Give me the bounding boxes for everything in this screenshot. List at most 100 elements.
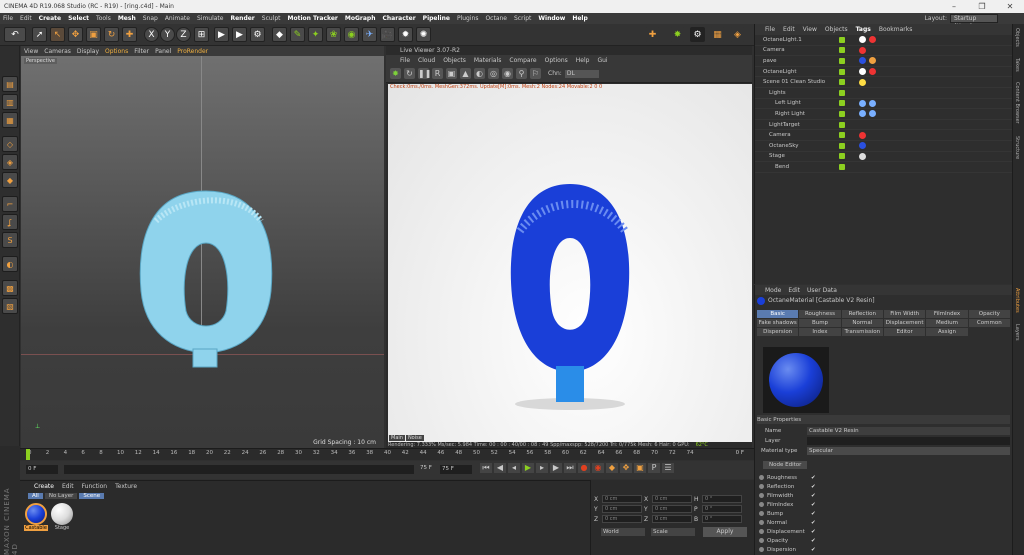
autokey-icon[interactable]: ◉: [592, 463, 604, 473]
range-slider[interactable]: [64, 465, 414, 474]
object-row[interactable]: OctaneLight: [755, 67, 1013, 78]
channel-dropdown[interactable]: DL: [564, 69, 599, 78]
lv-menu-cloud[interactable]: Cloud: [418, 57, 435, 64]
strip-takes[interactable]: Takes: [1014, 58, 1020, 72]
keyframe-icon[interactable]: ◆: [606, 463, 618, 473]
channel-radio-icon[interactable]: [759, 475, 764, 480]
object-row[interactable]: Scene 01 Clean Studio: [755, 77, 1013, 88]
coord-field[interactable]: 0 cm: [652, 515, 692, 523]
material-preview[interactable]: [763, 347, 829, 413]
object-row[interactable]: Camera: [755, 46, 1013, 57]
viewport-menu-panel[interactable]: Panel: [155, 48, 171, 55]
axis-mode-icon[interactable]: ⌐: [2, 196, 18, 212]
menu-animate[interactable]: Animate: [165, 15, 190, 22]
lv-menu-compare[interactable]: Compare: [509, 57, 536, 64]
viewport-menu-prorender[interactable]: ProRender: [177, 48, 208, 55]
name-field[interactable]: Castable V2 Resin: [807, 426, 1010, 435]
mm-menu-function[interactable]: Function: [82, 483, 108, 490]
object-tag-icon[interactable]: [869, 36, 876, 44]
menu-window[interactable]: Window: [538, 15, 565, 22]
render-start-icon[interactable]: ✸: [390, 68, 401, 79]
mm-menu-edit[interactable]: Edit: [62, 483, 74, 490]
grid2-icon[interactable]: ▧: [2, 298, 18, 314]
visibility-check-icon[interactable]: [839, 121, 845, 128]
goto-start-icon[interactable]: ⏮: [480, 463, 492, 473]
world-dropdown[interactable]: World: [601, 528, 645, 536]
menu-motion-tracker[interactable]: Motion Tracker: [288, 15, 338, 22]
menu-simulate[interactable]: Simulate: [197, 15, 224, 22]
tab-reflection[interactable]: Reflection: [841, 310, 883, 318]
menu-sculpt[interactable]: Sculpt: [262, 15, 281, 22]
object-tag-icon[interactable]: [859, 46, 866, 54]
apply-button[interactable]: Apply: [703, 527, 747, 537]
channel-check-icon[interactable]: ✔: [811, 529, 816, 535]
deformer-icon[interactable]: ◉: [344, 27, 359, 42]
visibility-check-icon[interactable]: [839, 57, 845, 64]
strip-attributes[interactable]: Attributes: [1014, 288, 1020, 313]
strip-objects[interactable]: Objects: [1014, 28, 1020, 47]
scale-icon[interactable]: ▣: [86, 27, 101, 42]
object-tag-icon[interactable]: [859, 142, 866, 150]
attr-menu-mode[interactable]: Mode: [765, 287, 781, 294]
viewport-scene[interactable]: Perspective Grid Spacing : 10 cm ⊥: [21, 56, 384, 448]
visibility-check-icon[interactable]: [839, 110, 845, 117]
pen-icon[interactable]: ✎: [290, 27, 305, 42]
channel-row[interactable]: Filmwidth ✔: [757, 491, 1010, 500]
coord-field[interactable]: 0 °: [702, 505, 742, 513]
tweak-icon[interactable]: ʆ: [2, 214, 18, 230]
coord-field[interactable]: 0 cm: [602, 495, 642, 503]
scale-dropdown[interactable]: Scale: [651, 528, 695, 536]
channel-radio-icon[interactable]: [759, 511, 764, 516]
channel-radio-icon[interactable]: [759, 502, 764, 507]
viewport-menu-filter[interactable]: Filter: [134, 48, 149, 55]
param-key-icon[interactable]: ▣: [634, 463, 646, 473]
lv-tab-noise[interactable]: Noise: [405, 435, 424, 441]
om-menu-edit[interactable]: Edit: [783, 26, 795, 33]
object-tag-icon[interactable]: [859, 68, 866, 76]
coordinate-system-icon[interactable]: ⊞: [194, 27, 209, 42]
tab-assign[interactable]: Assign: [926, 328, 968, 336]
playhead[interactable]: [26, 449, 30, 460]
marker-icon[interactable]: ⚐: [530, 68, 541, 79]
menu-help[interactable]: Help: [572, 15, 587, 22]
channel-row[interactable]: Reflection ✔: [757, 482, 1010, 491]
channel-radio-icon[interactable]: [759, 547, 764, 552]
coord-field[interactable]: 0 °: [702, 515, 742, 523]
material-castable[interactable]: Castable: [24, 503, 48, 531]
record-icon[interactable]: ●: [578, 463, 590, 473]
prev-frame-icon[interactable]: ◂: [508, 463, 520, 473]
pick-icon[interactable]: ◉: [502, 68, 513, 79]
menu-create[interactable]: Create: [39, 15, 61, 22]
node-editor-button[interactable]: Node Editor: [763, 461, 808, 469]
tab-transmission[interactable]: Transmission: [841, 328, 883, 336]
strip-content-browser[interactable]: Content Browser: [1014, 82, 1020, 124]
channel-check-icon[interactable]: ✔: [811, 538, 816, 544]
select-arrow-icon[interactable]: ➚: [32, 27, 47, 42]
visibility-check-icon[interactable]: [839, 153, 845, 160]
lv-menu-materials[interactable]: Materials: [474, 57, 502, 64]
pause-icon[interactable]: ❚❚: [418, 68, 431, 79]
menu-mesh[interactable]: Mesh: [118, 15, 136, 22]
channel-check-icon[interactable]: ✔: [811, 547, 816, 553]
object-row[interactable]: Right Light: [755, 109, 1013, 120]
play-icon[interactable]: ▶: [522, 463, 534, 473]
move-icon[interactable]: ✥: [68, 27, 83, 42]
object-row[interactable]: Camera: [755, 130, 1013, 141]
mm-menu-create[interactable]: Create: [34, 483, 54, 490]
tab-normal[interactable]: Normal: [841, 319, 883, 327]
magnet-icon[interactable]: ◐: [2, 256, 18, 272]
channel-row[interactable]: FilmIndex ✔: [757, 500, 1010, 509]
grid-icon[interactable]: ▩: [2, 280, 18, 296]
camera-icon[interactable]: 🎥: [380, 27, 395, 42]
points-mode-icon[interactable]: ◇: [2, 136, 18, 152]
channel-row[interactable]: Dispersion ✔: [757, 545, 1010, 554]
texture-mode-icon[interactable]: ▥: [2, 94, 18, 110]
object-tag-icon[interactable]: [859, 36, 866, 44]
pla-icon[interactable]: P: [648, 463, 660, 473]
octane-settings-icon[interactable]: ⚙: [690, 27, 705, 42]
focus-icon[interactable]: ◎: [488, 68, 499, 79]
viewport-menu-view[interactable]: View: [24, 48, 38, 55]
om-menu-objects[interactable]: Objects: [825, 26, 848, 33]
menu-select[interactable]: Select: [68, 15, 89, 22]
lock-icon[interactable]: ▲: [460, 68, 471, 79]
